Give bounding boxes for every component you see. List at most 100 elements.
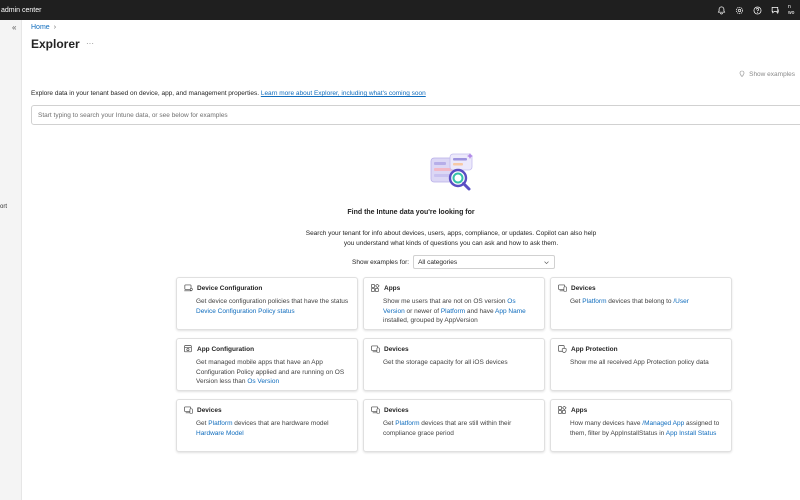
query-text: Get xyxy=(570,298,583,305)
example-card-query: Get Platform devices that are hardware m… xyxy=(184,419,351,438)
laptop-gear-icon xyxy=(184,284,193,292)
query-parameter: Platform xyxy=(208,420,233,427)
example-card-header: Apps xyxy=(371,284,538,292)
chevron-right-icon: › xyxy=(53,24,57,31)
query-text: devices that belong to xyxy=(606,298,674,305)
account-line-2: wo xyxy=(788,10,795,16)
example-card-title: Devices xyxy=(571,284,596,292)
devices-icon xyxy=(371,406,380,414)
example-card-title: Apps xyxy=(384,284,401,292)
example-card[interactable]: Apps Show me users that are not on OS ver… xyxy=(363,277,545,330)
example-card-title: Devices xyxy=(197,406,222,414)
show-examples-label: Show examples xyxy=(749,70,795,78)
query-text: Get the storage capacity for all iOS dev… xyxy=(383,359,508,366)
app-config-icon xyxy=(184,345,193,353)
gear-icon[interactable] xyxy=(730,0,748,20)
example-card-header: Devices xyxy=(558,284,725,292)
example-card-query: Show me all received App Protection poli… xyxy=(558,358,725,368)
bell-icon[interactable] xyxy=(712,0,730,20)
empty-state-title: Find the Intune data you're looking for xyxy=(347,209,475,216)
apps-grid-icon xyxy=(558,406,567,414)
query-parameter: Device Configuration Policy status xyxy=(196,307,295,315)
query-parameter: Platform xyxy=(582,298,607,305)
query-text: How many devices have xyxy=(570,420,643,427)
query-text: Get xyxy=(383,420,396,427)
app-title: admin center xyxy=(1,6,42,14)
example-card[interactable]: Devices Get Platform devices that are har… xyxy=(176,399,358,452)
category-dropdown-value: All categories xyxy=(418,258,458,266)
nav-item-label[interactable]: ort xyxy=(0,204,7,210)
devices-icon xyxy=(558,284,567,292)
app-protection-icon xyxy=(558,345,567,353)
learn-more-link[interactable]: Learn more about Explorer, including wha… xyxy=(261,90,426,97)
query-text: devices that are hardware model xyxy=(232,420,329,427)
query-text: Get xyxy=(196,420,209,427)
explorer-illustration xyxy=(430,153,473,191)
query-parameter: Platform xyxy=(440,307,466,315)
query-text: and have xyxy=(465,307,496,315)
page-title: Explorer xyxy=(31,37,80,51)
page-description: Explore data in your tenant based on dev… xyxy=(31,90,426,97)
query-parameter: App Name xyxy=(495,307,526,315)
description-text: Explore data in your tenant based on dev… xyxy=(31,90,260,97)
query-parameter: /Managed App xyxy=(642,420,685,427)
main-content: Home › Explorer ··· Show examples Explor… xyxy=(22,20,800,500)
example-card[interactable]: Devices Get the storage capacity for all … xyxy=(363,338,545,391)
collapse-nav-icon[interactable]: « xyxy=(12,23,16,32)
example-card-title: Devices xyxy=(384,406,409,414)
feedback-icon[interactable] xyxy=(766,0,784,20)
example-card-header: App Protection xyxy=(558,345,725,353)
example-cards-grid: Device Configuration Get device configura… xyxy=(176,277,734,452)
query-text: or newer of xyxy=(404,307,441,315)
example-card-header: App Configuration xyxy=(184,345,351,353)
example-card-query: How many devices have /Managed App assig… xyxy=(558,419,725,438)
query-parameter: App Install Status xyxy=(665,429,717,437)
show-examples-button[interactable]: Show examples xyxy=(738,70,795,78)
example-card-header: Device Configuration xyxy=(184,284,351,292)
example-card[interactable]: App Protection Show me all received App P… xyxy=(550,338,732,391)
left-navigation: « ort xyxy=(0,20,22,500)
category-filter: Show examples for: All categories xyxy=(352,255,556,269)
example-card-title: App Configuration xyxy=(197,345,255,353)
example-card-header: Devices xyxy=(184,406,351,414)
example-card-query: Get Platform devices that are still with… xyxy=(371,419,538,438)
query-parameter: /User xyxy=(673,298,689,305)
breadcrumb: Home › xyxy=(31,24,56,31)
example-card-title: Device Configuration xyxy=(197,284,263,292)
empty-state-description: Search your tenant for info about device… xyxy=(305,230,597,247)
chevron-down-icon xyxy=(544,260,549,264)
account-info[interactable]: n wo xyxy=(788,0,800,20)
query-text: installed, grouped by AppVersion xyxy=(383,317,478,324)
example-card[interactable]: Device Configuration Get device configura… xyxy=(176,277,358,330)
devices-icon xyxy=(184,406,193,414)
category-dropdown[interactable]: All categories xyxy=(413,255,556,269)
example-card[interactable]: Devices Get Platform devices that are sti… xyxy=(363,399,545,452)
query-parameter: Platform xyxy=(395,420,420,427)
example-card-title: App Protection xyxy=(571,345,618,353)
query-parameter: Hardware Model xyxy=(196,429,244,437)
example-card[interactable]: Devices Get Platform devices that belong … xyxy=(550,277,732,330)
search-input[interactable] xyxy=(31,105,800,125)
breadcrumb-home-link[interactable]: Home xyxy=(31,24,50,31)
query-text: Show me users that are not on OS version xyxy=(383,298,508,305)
more-options-button[interactable]: ··· xyxy=(86,39,94,48)
example-card-title: Apps xyxy=(571,406,588,414)
example-card-query: Get device configuration policies that h… xyxy=(184,297,351,316)
example-card-title: Devices xyxy=(384,345,409,353)
top-bar: admin center n wo xyxy=(0,0,800,20)
example-card-query: Show me users that are not on OS version… xyxy=(371,297,538,326)
apps-grid-icon xyxy=(371,284,380,292)
lightbulb-icon xyxy=(739,70,745,77)
example-card[interactable]: Apps How many devices have /Managed App a… xyxy=(550,399,732,452)
top-bar-actions: n wo xyxy=(712,0,800,20)
example-card-header: Apps xyxy=(558,406,725,414)
query-text: Show me all received App Protection poli… xyxy=(570,359,709,366)
example-card-header: Devices xyxy=(371,345,538,353)
example-card-query: Get the storage capacity for all iOS dev… xyxy=(371,358,538,368)
filter-label: Show examples for: xyxy=(352,258,410,266)
example-card[interactable]: App Configuration Get managed mobile apps… xyxy=(176,338,358,391)
devices-icon xyxy=(371,345,380,353)
query-parameter: Os Version xyxy=(247,378,280,385)
help-icon[interactable] xyxy=(748,0,766,20)
example-card-query: Get managed mobile apps that have an App… xyxy=(184,358,351,387)
